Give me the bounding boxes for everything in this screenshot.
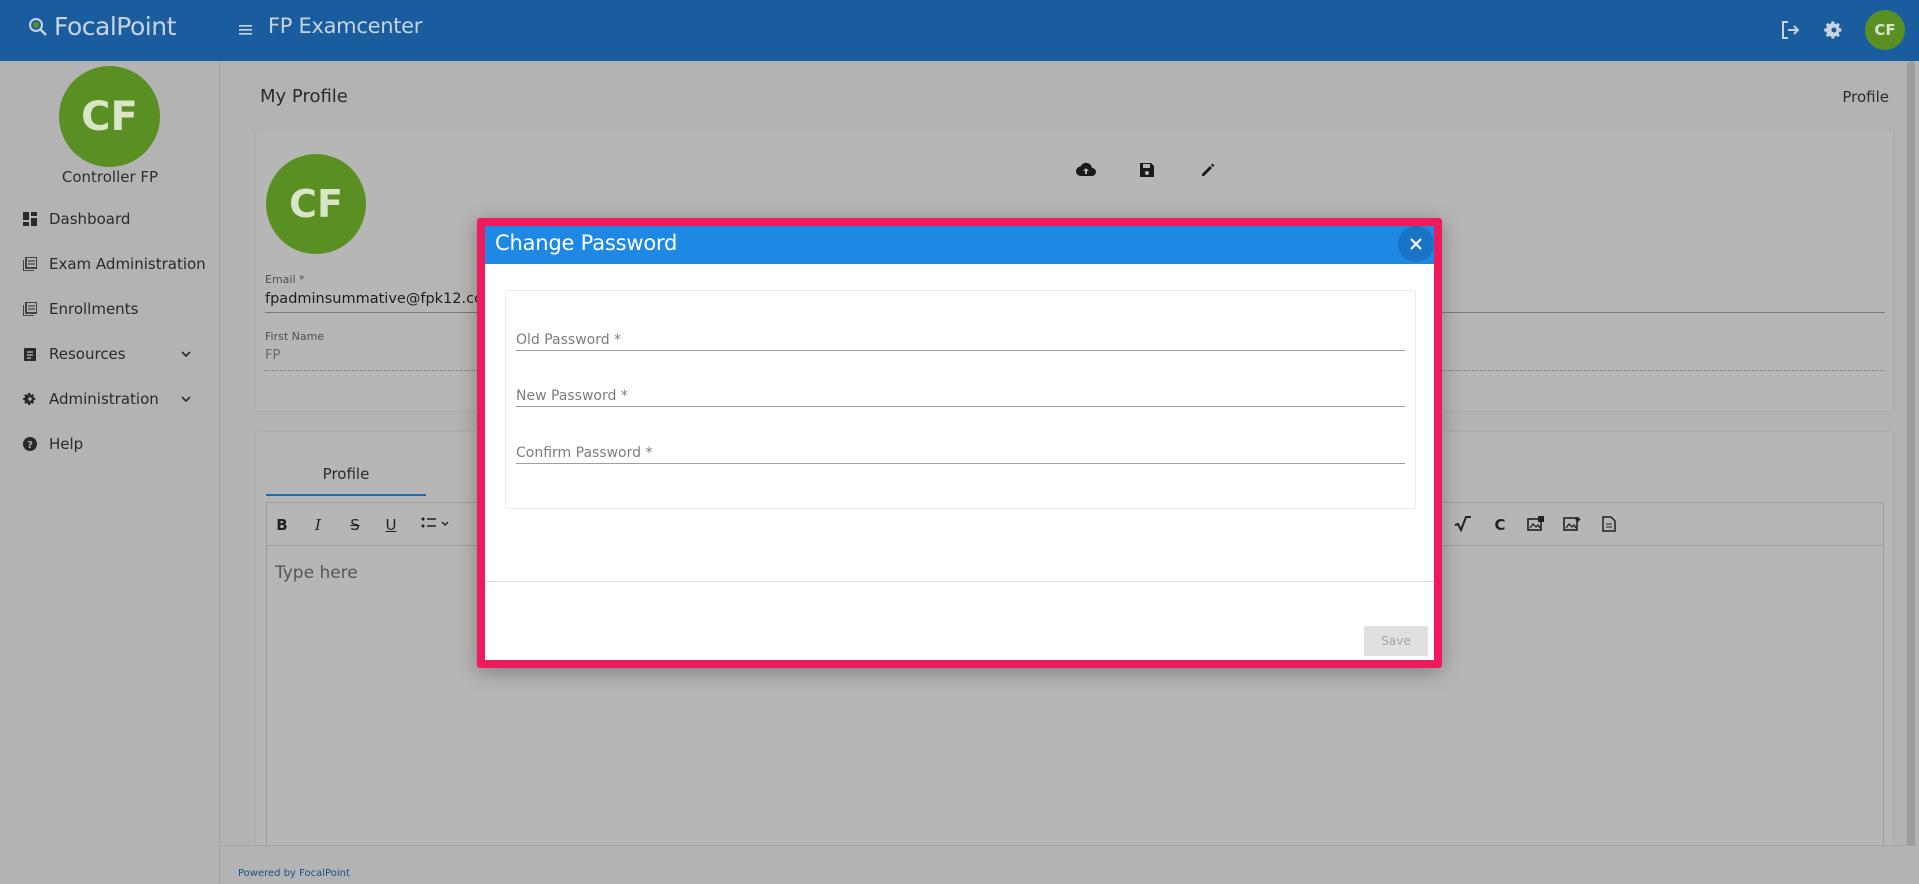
upload-cloud-icon[interactable] — [1076, 160, 1096, 180]
menu-icon[interactable] — [236, 18, 256, 40]
sidebar-item-dashboard[interactable]: Dashboard — [0, 196, 220, 241]
chevron-down-icon — [180, 391, 192, 403]
sidebar-item-label: Help — [49, 434, 84, 453]
insert-image-icon[interactable] — [1563, 516, 1581, 534]
new-password-input[interactable] — [516, 377, 1405, 406]
sidebar-nav: Dashboard Exam Administration Enrollment… — [0, 196, 220, 466]
clipboard-icon — [22, 346, 38, 362]
svg-text:?: ? — [27, 440, 33, 451]
underline-icon[interactable]: U — [382, 516, 400, 534]
modal-header: Change Password — [485, 226, 1434, 264]
profile-tools — [1076, 160, 1218, 180]
focalpoint-logo-icon — [26, 15, 50, 39]
edit-icon[interactable] — [1198, 160, 1218, 180]
confirm-password-input[interactable] — [516, 434, 1405, 463]
sidebar-item-enrollments[interactable]: Enrollments — [0, 286, 220, 331]
modal-title: Change Password — [495, 231, 678, 255]
help-icon: ? — [22, 436, 38, 452]
gear-icon — [22, 391, 38, 407]
sidebar: CF Controller FP Dashboard Exam Administ… — [0, 61, 220, 884]
first-name-field[interactable]: FP — [265, 348, 280, 363]
sidebar-user-name: Controller FP — [61, 168, 159, 186]
footer-text[interactable]: Powered by FocalPoint — [238, 868, 350, 879]
close-icon — [1410, 238, 1422, 250]
dashboard-icon — [22, 211, 38, 227]
change-password-modal: Change Password Save — [485, 226, 1434, 660]
brand-name: FocalPoint — [54, 12, 176, 41]
new-password-field — [516, 377, 1405, 407]
email-label: Email * — [265, 273, 305, 286]
sidebar-item-label: Resources — [49, 344, 126, 363]
sidebar-item-help[interactable]: ? Help — [0, 421, 220, 466]
old-password-input[interactable] — [516, 321, 1405, 350]
italic-icon[interactable]: I — [309, 516, 327, 534]
sidebar-avatar: CF — [59, 66, 160, 167]
sidebar-item-resources[interactable]: Resources — [0, 331, 220, 376]
top-bar: FocalPoint FP Examcenter CF — [0, 0, 1919, 61]
close-button[interactable] — [1398, 226, 1434, 262]
profile-avatar[interactable]: CF — [266, 154, 366, 254]
brand[interactable]: FocalPoint — [26, 12, 176, 41]
save-icon[interactable] — [1137, 160, 1157, 180]
change-password-modal-frame: Change Password Save — [477, 218, 1442, 668]
top-actions: CF — [1777, 10, 1905, 50]
first-name-label: First Name — [265, 330, 325, 343]
gear-icon[interactable] — [1821, 17, 1847, 43]
modal-footer-divider — [485, 581, 1434, 582]
bullet-list-icon[interactable] — [419, 516, 453, 534]
scrollbar[interactable] — [1907, 61, 1915, 851]
save-button[interactable]: Save — [1364, 626, 1428, 656]
bold-icon[interactable]: B — [273, 516, 291, 534]
sidebar-item-label: Exam Administration — [49, 254, 206, 273]
page-title: My Profile — [260, 86, 348, 107]
app-title: FP Examcenter — [268, 14, 423, 38]
email-field[interactable]: fpadminsummative@fpk12.com — [265, 291, 497, 307]
list-icon — [22, 256, 38, 272]
confirm-password-field — [516, 434, 1405, 464]
breadcrumb[interactable]: Profile — [1842, 88, 1889, 106]
footer: Powered by FocalPoint — [221, 845, 1919, 884]
sidebar-item-administration[interactable]: Administration — [0, 376, 220, 421]
chemistry-icon[interactable]: C — [1491, 516, 1509, 534]
strikethrough-icon[interactable]: S — [346, 516, 364, 534]
insert-media-icon[interactable] — [1527, 516, 1545, 534]
list-icon — [22, 301, 38, 317]
chevron-down-icon — [180, 346, 192, 358]
old-password-field — [516, 321, 1405, 351]
user-avatar[interactable]: CF — [1865, 10, 1905, 50]
document-icon[interactable] — [1600, 516, 1618, 534]
tab-profile[interactable]: Profile — [266, 462, 426, 496]
sidebar-item-exam-administration[interactable]: Exam Administration — [0, 241, 220, 286]
sidebar-item-label: Dashboard — [49, 209, 131, 228]
math-root-icon[interactable] — [1454, 516, 1472, 534]
logout-icon[interactable] — [1777, 17, 1803, 43]
password-form — [505, 290, 1416, 509]
sidebar-item-label: Administration — [49, 389, 159, 408]
sidebar-item-label: Enrollments — [49, 299, 139, 318]
